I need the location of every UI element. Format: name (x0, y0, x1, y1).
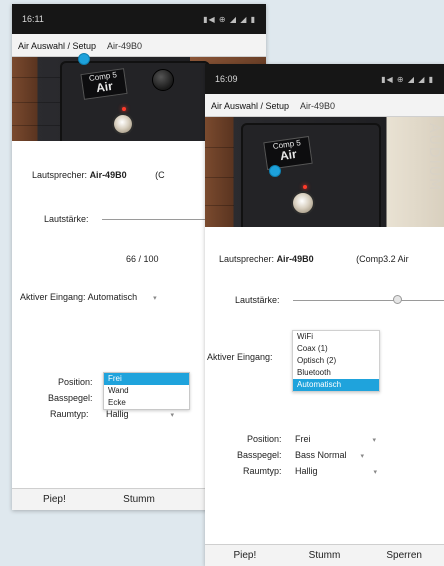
room-select[interactable]: Hallig ▾ (295, 466, 377, 476)
app-window-right: 16:09 ▮◀ ⊕ ◢ ◢ ▮ Air Auswahl / Setup Air… (205, 64, 444, 566)
beep-button[interactable]: Piep! (12, 494, 97, 505)
speaker-value: Air-49B0 (89, 170, 127, 180)
lock-button[interactable]: Sperren (364, 550, 444, 561)
input-label: Aktiver Eingang: (207, 352, 273, 362)
volume-knob-icon (152, 69, 174, 91)
bass-value: Bass Normal (295, 450, 347, 460)
chevron-down-icon: ▾ (170, 412, 175, 419)
position-option-frei[interactable]: Frei (104, 373, 189, 385)
input-select[interactable]: Automatisch (88, 292, 138, 302)
led-icon (303, 185, 307, 189)
tab-air-49b0[interactable]: Air-49B0 (294, 101, 340, 116)
speaker-row: Lautsprecher: Air-49B0 (C (32, 170, 165, 180)
input-dropdown[interactable]: WiFi Coax (1) Optisch (2) Bluetooth Auto… (292, 330, 380, 392)
volume-label: Lautstärke: (44, 214, 89, 224)
position-label: Position: (247, 434, 282, 444)
room-value: Hallig (106, 409, 129, 419)
led-icon (122, 107, 126, 111)
chevron-down-icon: ▾ (372, 437, 377, 444)
room-row: Raumtyp: (243, 466, 282, 476)
input-option-automatisch[interactable]: Automatisch (293, 379, 379, 391)
status-bar: 16:09 ▮◀ ⊕ ◢ ◢ ▮ (205, 64, 444, 94)
position-option-ecke[interactable]: Ecke (104, 397, 189, 409)
input-option-optisch[interactable]: Optisch (2) (293, 355, 379, 367)
scroll-indicator-icon[interactable] (78, 53, 90, 65)
position-select[interactable]: Frei ▾ (295, 434, 376, 444)
bass-label: Basspegel: (48, 393, 93, 403)
device-screen: Comp 5 Air (80, 68, 128, 100)
position-option-wand[interactable]: Wand (104, 385, 189, 397)
status-time: 16:09 (215, 74, 238, 84)
chevron-down-icon: ▾ (153, 295, 157, 302)
amp-device-image: Comp 5 Air (60, 61, 210, 141)
speaker-label: Lautsprecher: (219, 254, 275, 264)
status-time: 16:11 (22, 14, 44, 24)
mute-button[interactable]: Stumm (97, 494, 182, 505)
speaker-row: Lautsprecher: Air-49B0 (Comp3.2 Air (219, 254, 409, 264)
device-screen: Comp 5 Air (263, 135, 313, 171)
position-row: Position: (247, 434, 282, 444)
chevron-down-icon: ▾ (373, 469, 378, 476)
tab-air-49b0[interactable]: Air-49B0 (101, 41, 147, 56)
scroll-indicator-icon[interactable] (269, 165, 281, 177)
bass-row: Basspegel: (237, 450, 282, 460)
speaker-extra: (Comp3.2 Air (356, 254, 409, 264)
tab-bar: Air Auswahl / Setup Air-49B0 (205, 94, 444, 117)
input-row: Aktiver Eingang: Automatisch ▾ (20, 292, 157, 302)
volume-readout: 66 / 100 (126, 254, 159, 264)
chevron-down-icon: ▾ (360, 453, 365, 460)
room-select[interactable]: Hallig ▾ (106, 409, 174, 419)
position-dropdown[interactable]: Frei Wand Ecke (103, 372, 190, 410)
mute-button[interactable]: Stumm (285, 550, 365, 561)
speaker-value: Air-49B0 (276, 254, 314, 264)
position-label: Position: (58, 377, 93, 387)
foot-switch-icon (291, 191, 315, 215)
tab-bar: Air Auswahl / Setup Air-49B0 (12, 34, 266, 57)
status-icons: ▮◀ ⊕ ◢ ◢ ▮ (381, 74, 434, 84)
speaker-header-image: Comp 5 Air AUDIUM (205, 117, 444, 227)
status-icons: ▮◀ ⊕ ◢ ◢ ▮ (203, 14, 256, 24)
volume-slider-thumb[interactable] (393, 295, 402, 304)
amp-device-image: Comp 5 Air (241, 123, 381, 227)
input-option-bluetooth[interactable]: Bluetooth (293, 367, 379, 379)
foot-switch-icon (112, 113, 134, 135)
input-label: Aktiver Eingang: (20, 292, 86, 302)
volume-label: Lautstärke: (235, 295, 280, 305)
position-value: Frei (295, 434, 311, 444)
tab-air-setup[interactable]: Air Auswahl / Setup (205, 101, 294, 116)
room-value: Hallig (295, 466, 318, 476)
input-option-wifi[interactable]: WiFi (293, 331, 379, 343)
bass-select[interactable]: Bass Normal ▾ (295, 450, 364, 460)
bass-label: Basspegel: (237, 450, 282, 460)
room-label: Raumtyp: (50, 409, 89, 419)
volume-slider-track[interactable] (293, 300, 444, 301)
speaker-extra: (C (155, 170, 165, 180)
bottom-button-bar: Piep! Stumm Sperren (205, 544, 444, 566)
input-option-coax[interactable]: Coax (1) (293, 343, 379, 355)
speaker-label: Lautsprecher: (32, 170, 88, 180)
room-label: Raumtyp: (243, 466, 282, 476)
brand-text: AUDIUM (426, 123, 442, 193)
beep-button[interactable]: Piep! (205, 550, 285, 561)
status-bar: 16:11 ▮◀ ⊕ ◢ ◢ ▮ (12, 4, 266, 34)
